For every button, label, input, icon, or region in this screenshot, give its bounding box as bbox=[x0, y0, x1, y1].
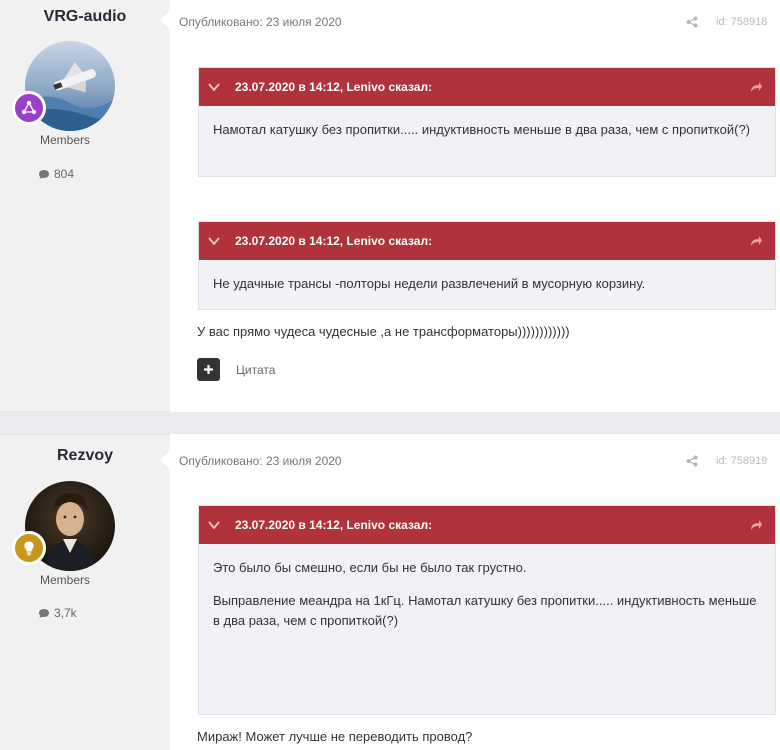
quote-action[interactable]: Цитата bbox=[197, 358, 275, 381]
post-separator bbox=[0, 412, 780, 434]
quote-header: 23.07.2020 в 14:12, Lenivo сказал: bbox=[199, 506, 775, 544]
author-pointer bbox=[160, 450, 170, 470]
post-date[interactable]: Опубликовано: 23 июля 2020 bbox=[179, 454, 342, 468]
quote-header: 23.07.2020 в 14:12, Lenivo сказал: bbox=[199, 222, 775, 260]
chevron-down-icon[interactable] bbox=[207, 234, 221, 248]
post-count-value: 804 bbox=[54, 167, 75, 181]
post-count-value: 3,7k bbox=[54, 606, 77, 620]
chevron-down-icon[interactable] bbox=[207, 518, 221, 532]
author-name[interactable]: VRG-audio bbox=[0, 8, 170, 26]
chevron-down-icon[interactable] bbox=[207, 80, 221, 94]
multiquote-button[interactable] bbox=[197, 358, 220, 381]
post-text: У вас прямо чудеса чудесные ,а не трансф… bbox=[197, 324, 570, 339]
share-arrow-icon[interactable] bbox=[749, 80, 763, 94]
post-text: Мираж! Может лучше не переводить провод? bbox=[197, 729, 473, 744]
share-icon[interactable] bbox=[686, 455, 698, 467]
member-group: Members bbox=[39, 133, 90, 147]
post-body: Опубликовано: 23 июля 2020 id: 758919 23… bbox=[170, 434, 780, 750]
share-arrow-icon[interactable] bbox=[749, 234, 763, 248]
rank-badge bbox=[12, 91, 46, 125]
comment-icon bbox=[39, 169, 49, 179]
plus-icon bbox=[204, 365, 213, 374]
quote-text: Не удачные трансы -полторы недели развле… bbox=[213, 276, 646, 291]
lightbulb-icon bbox=[24, 541, 34, 556]
post-count: 3,7k bbox=[38, 606, 77, 620]
author-name[interactable]: Rezvoy bbox=[0, 447, 170, 465]
quote-button[interactable]: Цитата bbox=[236, 363, 275, 377]
network-icon bbox=[21, 100, 37, 115]
quote-citation: 23.07.2020 в 14:12, Lenivo сказал: bbox=[235, 80, 433, 94]
post-count: 804 bbox=[38, 167, 74, 181]
quote-text: Намотал катушку без пропитки..... индукт… bbox=[213, 122, 751, 137]
forum-post: VRG-audio Members 804 Опубликовано: 23 и… bbox=[0, 0, 780, 412]
quote-block: 23.07.2020 в 14:12, Lenivo сказал: Это б… bbox=[198, 505, 776, 715]
forum-post: Rezvoy Members 3,7k Опубликовано: 23 июл… bbox=[0, 434, 780, 750]
post-id[interactable]: id: 758919 bbox=[716, 455, 767, 467]
quote-citation: 23.07.2020 в 14:12, Lenivo сказал: bbox=[235, 518, 433, 532]
quote-text: Это было бы смешно, если бы не было так … bbox=[213, 560, 527, 575]
comment-icon bbox=[39, 608, 49, 618]
author-pointer bbox=[160, 10, 170, 30]
share-arrow-icon[interactable] bbox=[749, 518, 763, 532]
rank-badge bbox=[12, 531, 46, 565]
quote-header: 23.07.2020 в 14:12, Lenivo сказал: bbox=[199, 68, 775, 106]
quote-block: 23.07.2020 в 14:12, Lenivo сказал: Не уд… bbox=[198, 221, 776, 310]
post-date[interactable]: Опубликовано: 23 июля 2020 bbox=[179, 15, 342, 29]
quote-text: Выправление меандра на 1кГц. Намотал кат… bbox=[213, 593, 757, 628]
post-body: Опубликовано: 23 июля 2020 id: 758918 23… bbox=[170, 0, 780, 412]
member-group: Members bbox=[39, 573, 90, 587]
author-panel: VRG-audio Members 804 bbox=[0, 0, 170, 412]
author-panel: Rezvoy Members 3,7k bbox=[0, 434, 170, 750]
quote-block: 23.07.2020 в 14:12, Lenivo сказал: Намот… bbox=[198, 67, 776, 177]
share-icon[interactable] bbox=[686, 16, 698, 28]
quote-citation: 23.07.2020 в 14:12, Lenivo сказал: bbox=[235, 234, 433, 248]
post-id[interactable]: id: 758918 bbox=[716, 16, 767, 28]
